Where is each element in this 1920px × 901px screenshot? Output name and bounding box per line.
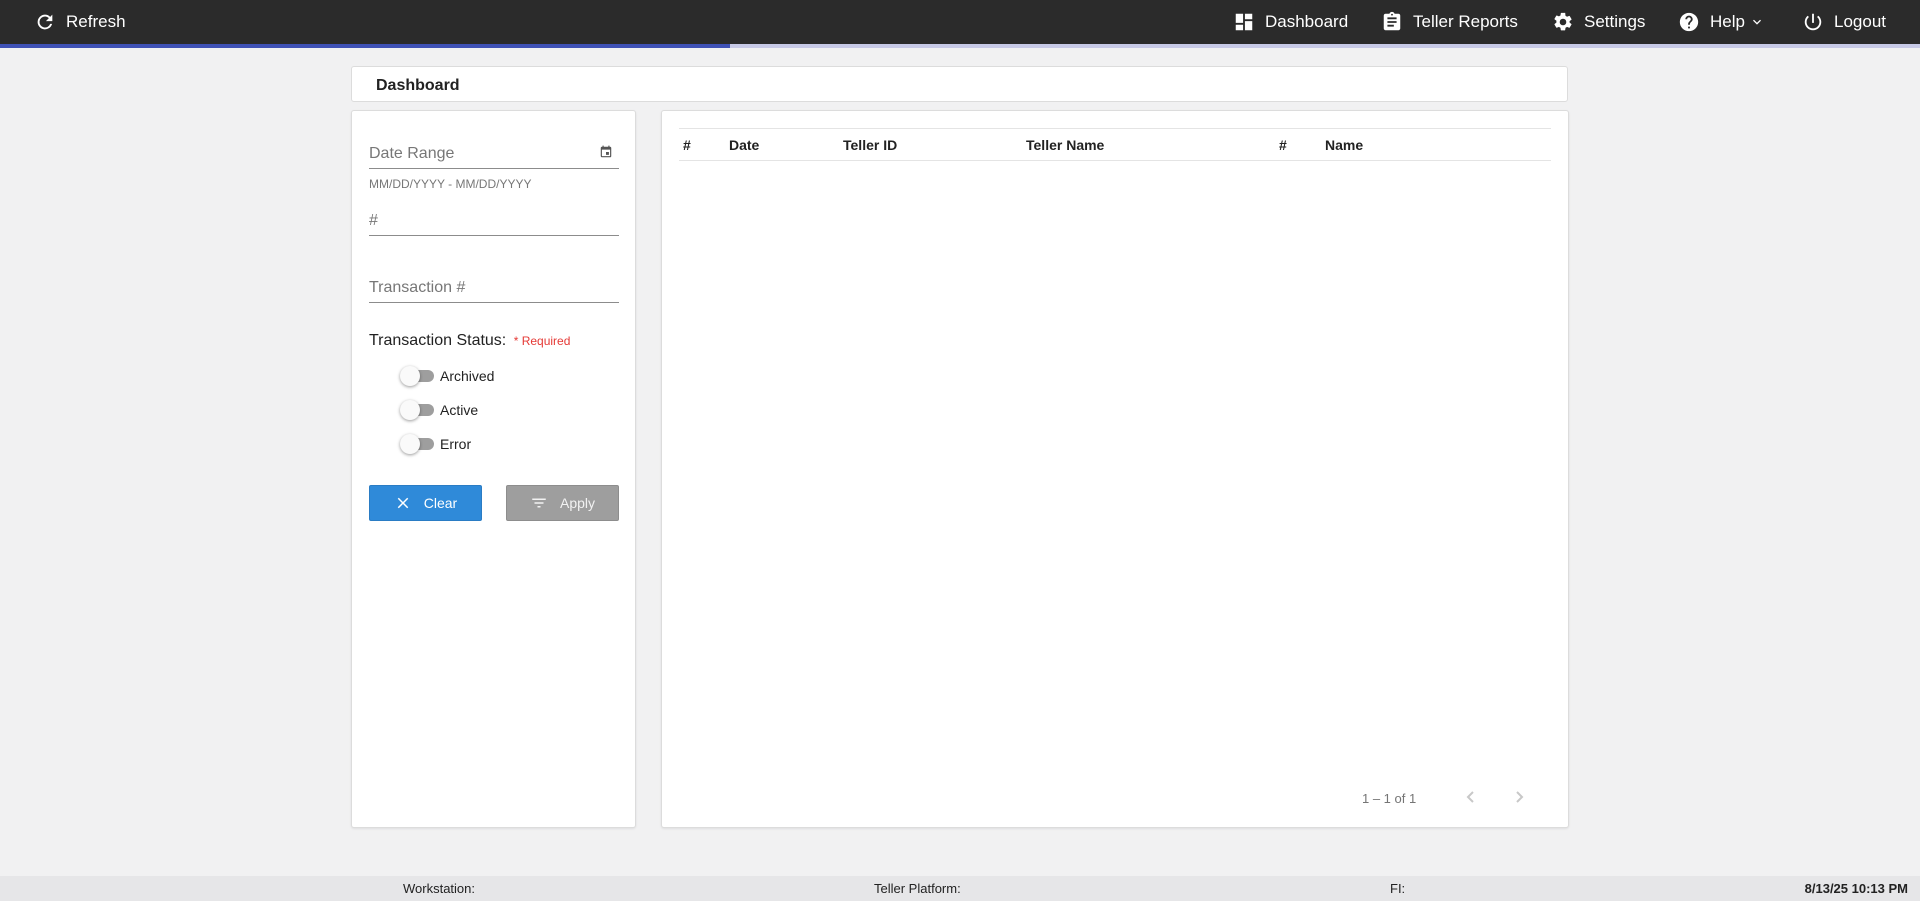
active-switch[interactable] [400, 400, 436, 420]
chevron-left-icon [1466, 791, 1474, 803]
nav-dashboard[interactable]: Dashboard [1233, 0, 1348, 44]
active-label: Active [440, 402, 479, 418]
column-header-number-2[interactable]: # [1279, 137, 1287, 153]
nav-help[interactable]: Help [1678, 0, 1765, 44]
column-header-name[interactable]: Name [1325, 137, 1363, 153]
transaction-status-text: Transaction Status: [369, 332, 507, 349]
date-range-placeholder: Date Range [369, 145, 455, 162]
toggle-active[interactable]: Active [400, 400, 478, 420]
loading-progress-bar [0, 44, 1920, 48]
archived-label: Archived [440, 368, 495, 384]
required-indicator: * Required [513, 334, 571, 348]
toggle-archived[interactable]: Archived [400, 366, 494, 386]
column-header-teller-id[interactable]: Teller ID [843, 137, 897, 153]
transaction-number-field[interactable]: Transaction # [369, 272, 619, 303]
page-header-card: Dashboard [351, 66, 1568, 102]
nav-teller-reports-label: Teller Reports [1413, 12, 1518, 31]
teller-platform-label: Teller Platform: [874, 881, 961, 896]
transaction-status-label: Transaction Status: * Required [369, 332, 570, 350]
chevron-right-icon [1516, 791, 1524, 803]
nav-settings-label: Settings [1584, 12, 1646, 31]
archived-switch[interactable] [400, 366, 436, 386]
clear-button-label: Clear [423, 495, 458, 511]
transaction-number-placeholder: Transaction # [369, 279, 466, 296]
previous-page-button[interactable] [1459, 785, 1483, 809]
refresh-icon [37, 14, 53, 30]
nav-teller-reports[interactable]: Teller Reports [1381, 0, 1518, 44]
nav-help-label: Help [1710, 12, 1745, 31]
number-field[interactable]: # [369, 205, 619, 236]
calendar-icon[interactable] [599, 145, 613, 159]
chevron-down-icon [1752, 19, 1761, 25]
filter-icon [532, 498, 546, 508]
nav-dashboard-label: Dashboard [1265, 12, 1349, 31]
loading-progress-fill [0, 44, 730, 48]
refresh-button[interactable]: Refresh [34, 0, 126, 44]
dashboard-icon [1235, 13, 1253, 31]
toggle-error[interactable]: Error [400, 434, 471, 454]
clear-button[interactable]: Clear [369, 485, 482, 521]
refresh-label: Refresh [66, 12, 126, 31]
nav-logout-label: Logout [1834, 12, 1886, 31]
page-title: Dashboard [376, 77, 460, 94]
close-icon [397, 497, 409, 509]
filter-panel: Date Range MM/DD/YYYY - MM/DD/YYYY # Tra… [351, 110, 636, 828]
column-header-number[interactable]: # [683, 137, 691, 153]
help-icon [1679, 12, 1699, 32]
number-placeholder: # [369, 212, 378, 229]
nav-logout[interactable]: Logout [1802, 0, 1886, 44]
status-bar: Workstation: Teller Platform: FI: 8/13/2… [0, 876, 1920, 901]
top-nav-bar: Refresh Dashboard Teller Reports Setting… [0, 0, 1920, 44]
table-header: # Date Teller ID Teller Name # Name [679, 128, 1551, 161]
results-panel: # Date Teller ID Teller Name # Name 1 – … [661, 110, 1569, 828]
workstation-label: Workstation: [403, 881, 476, 896]
nav-settings[interactable]: Settings [1552, 0, 1645, 44]
error-switch[interactable] [400, 434, 436, 454]
next-page-button[interactable] [1507, 785, 1531, 809]
column-header-teller-name[interactable]: Teller Name [1026, 137, 1104, 153]
clipboard-icon [1383, 11, 1401, 31]
column-header-date[interactable]: Date [729, 137, 759, 153]
date-range-field[interactable]: Date Range [369, 138, 619, 169]
pagination-range: 1 – 1 of 1 [1362, 791, 1417, 806]
gear-icon [1554, 12, 1572, 31]
apply-button[interactable]: Apply [506, 485, 619, 521]
date-range-hint: MM/DD/YYYY - MM/DD/YYYY [369, 177, 532, 191]
current-datetime: 8/13/25 10:13 PM [1804, 881, 1908, 896]
power-icon [1804, 13, 1822, 31]
fi-label: FI: [1390, 881, 1406, 896]
apply-button-label: Apply [559, 495, 596, 511]
error-label: Error [440, 436, 472, 452]
